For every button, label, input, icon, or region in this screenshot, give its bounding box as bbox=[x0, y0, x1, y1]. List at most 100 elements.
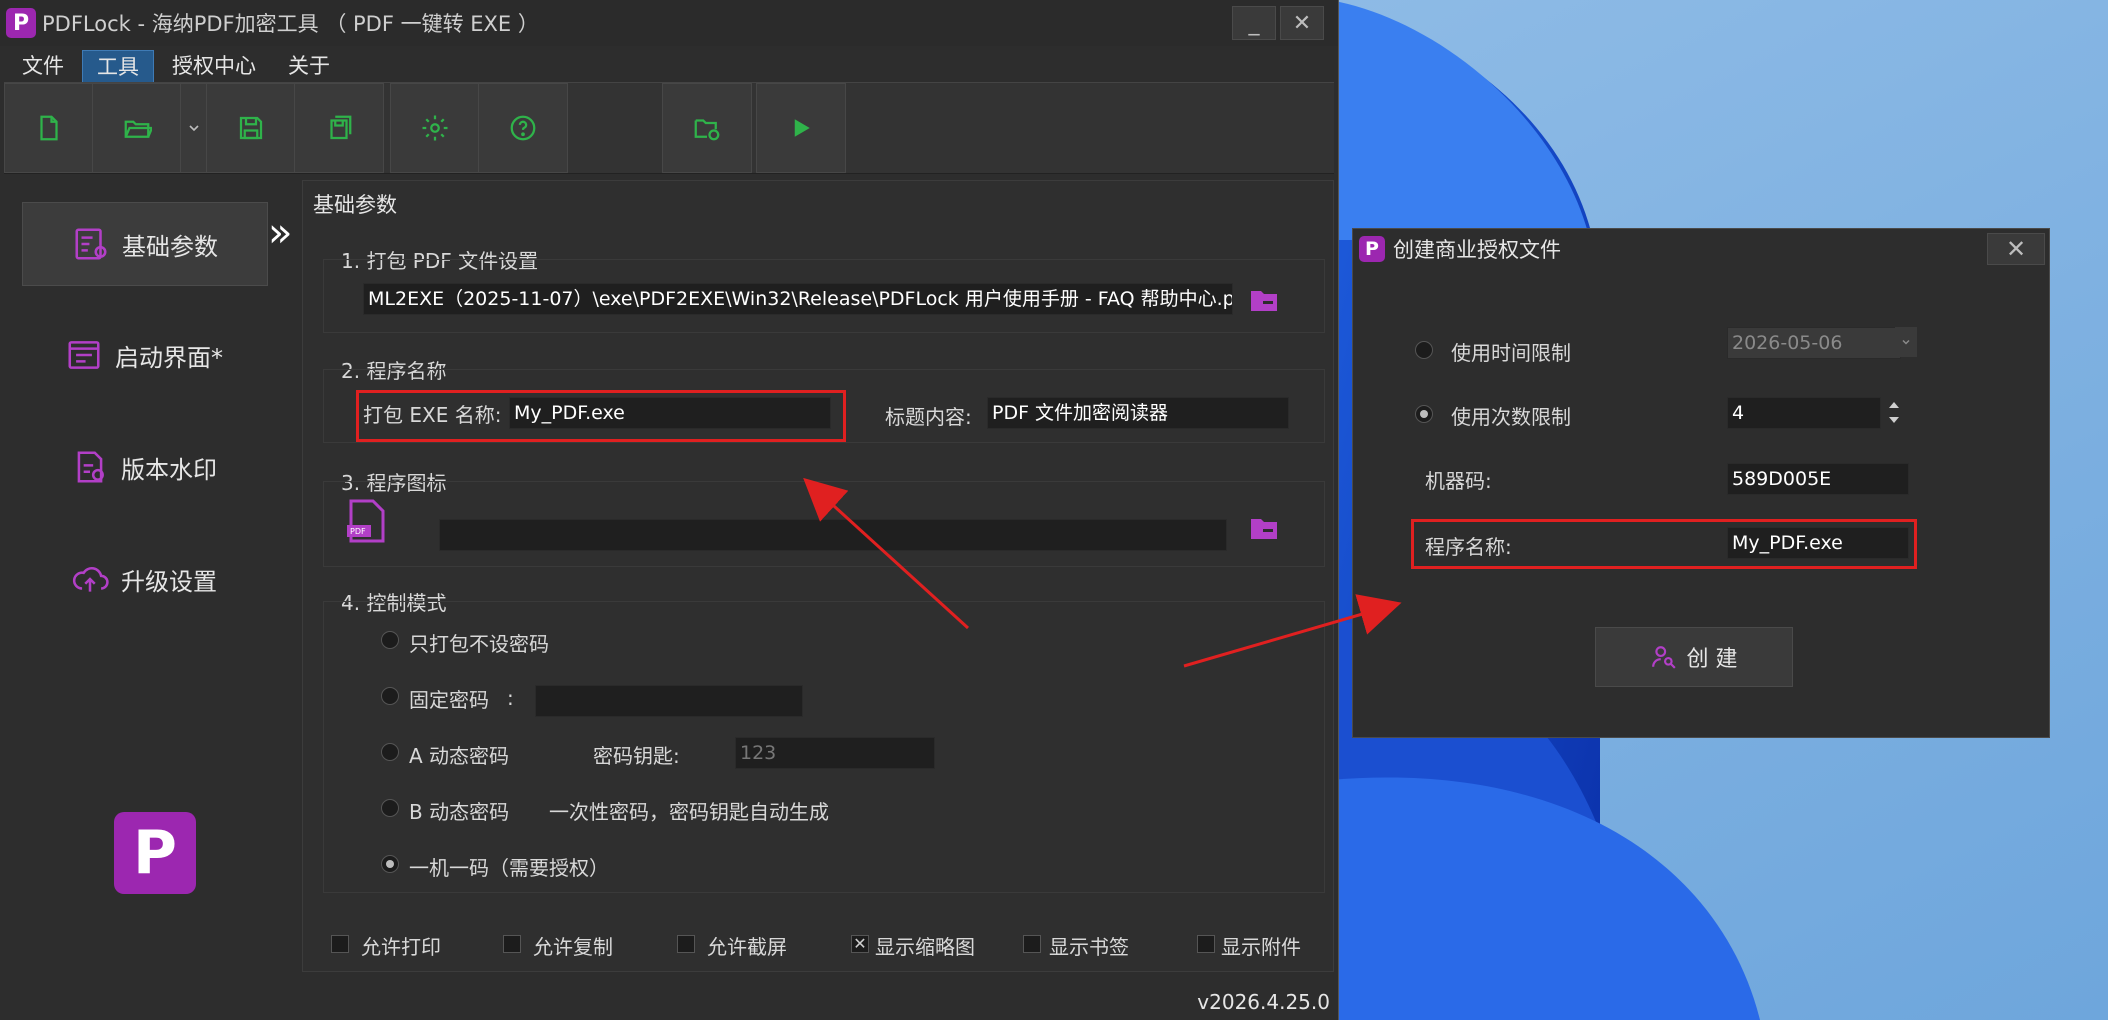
highlight-program-name bbox=[1411, 519, 1917, 569]
count-limit-label: 使用次数限制 bbox=[1451, 405, 1571, 429]
menu-file[interactable]: 文件 bbox=[8, 50, 78, 82]
window-title: PDFLock - 海纳PDF加密工具 （ PDF 一键转 EXE ） bbox=[42, 12, 539, 36]
create-license-dialog: P 创建商业授权文件 ✕ 使用时间限制 2026-05-06 使用次数限制 4 … bbox=[1352, 228, 2050, 738]
run-button[interactable] bbox=[756, 83, 846, 173]
settings-button[interactable] bbox=[390, 83, 480, 173]
menu-license-center[interactable]: 授权中心 bbox=[158, 50, 270, 82]
nav-label: 基础参数 bbox=[122, 232, 218, 261]
toolbar bbox=[4, 82, 1334, 174]
highlight-exe-name bbox=[356, 390, 846, 442]
password-key-input[interactable]: 123 bbox=[735, 737, 935, 769]
menu-tools[interactable]: 工具 bbox=[82, 50, 154, 84]
password-key-label: 密码钥匙: bbox=[593, 744, 680, 768]
option-fixed-password-label: 固定密码 bbox=[409, 688, 489, 712]
dialog-title-bar: P 创建商业授权文件 ✕ bbox=[1353, 229, 2049, 269]
settings-list-icon bbox=[75, 228, 107, 260]
checkbox-allow-copy[interactable] bbox=[503, 935, 521, 953]
main-window: P PDFLock - 海纳PDF加密工具 （ PDF 一键转 EXE ） _ … bbox=[0, 0, 1339, 1020]
version-label: v2026.4.25.0 bbox=[1197, 990, 1330, 1014]
pdf-path-field[interactable]: ML2EXE（2025-11-07）\exe\PDF2EXE\Win32\Rel… bbox=[363, 283, 1233, 315]
allow-screenshot-label: 允许截屏 bbox=[707, 935, 787, 959]
nav-basic-params[interactable]: 基础参数 bbox=[22, 202, 268, 286]
open-folder-icon bbox=[124, 120, 152, 138]
spinner-up-icon[interactable] bbox=[1888, 400, 1900, 410]
menu-about[interactable]: 关于 bbox=[274, 50, 344, 82]
save-icon bbox=[239, 116, 263, 140]
checkbox-allow-print[interactable] bbox=[331, 935, 349, 953]
dynamic-b-note: 一次性密码，密码钥匙自动生成 bbox=[549, 800, 829, 824]
title-content-input[interactable]: PDF 文件加密阅读器 bbox=[987, 397, 1289, 429]
watermark-doc-icon bbox=[77, 451, 104, 483]
time-limit-label: 使用时间限制 bbox=[1451, 341, 1571, 365]
radio-one-machine-one-code[interactable] bbox=[381, 855, 399, 873]
title-content-label: 标题内容: bbox=[885, 405, 972, 429]
checkbox-show-thumbnails[interactable]: ✕ bbox=[851, 935, 869, 953]
checkbox-show-bookmarks[interactable] bbox=[1023, 935, 1041, 953]
cloud-upload-icon bbox=[72, 567, 109, 592]
build-folder-icon bbox=[694, 119, 720, 141]
new-file-button[interactable] bbox=[4, 83, 94, 173]
nav-splash-screen[interactable]: 启动界面* bbox=[22, 314, 266, 396]
basic-params-panel: 基础参数 1. 打包 PDF 文件设置 ML2EXE（2025-11-07）\e… bbox=[302, 180, 1334, 972]
radio-dynamic-a[interactable] bbox=[381, 743, 399, 761]
machine-code-input[interactable]: 589D005E bbox=[1727, 463, 1909, 495]
create-button[interactable]: 创 建 bbox=[1595, 627, 1793, 687]
radio-fixed-password[interactable] bbox=[381, 687, 399, 705]
svg-text:PDF: PDF bbox=[350, 527, 366, 536]
open-dropdown-button[interactable] bbox=[180, 83, 208, 173]
dropdown-arrow-icon bbox=[189, 125, 199, 132]
radio-count-limit[interactable] bbox=[1415, 405, 1433, 423]
count-limit-input[interactable]: 4 bbox=[1727, 397, 1881, 429]
save-as-icon bbox=[330, 115, 352, 140]
chevron-down-icon bbox=[1902, 339, 1910, 345]
help-icon bbox=[510, 115, 536, 141]
run-play-icon bbox=[794, 119, 810, 137]
icon-path-field[interactable] bbox=[439, 519, 1227, 551]
fixed-password-input[interactable] bbox=[535, 685, 803, 717]
browse-icon-folder-icon[interactable] bbox=[1249, 515, 1279, 541]
splash-window-icon bbox=[68, 341, 100, 369]
save-button[interactable] bbox=[206, 83, 296, 173]
dialog-title: 创建商业授权文件 bbox=[1393, 238, 1561, 262]
machine-code-label: 机器码: bbox=[1425, 469, 1492, 493]
build-button[interactable] bbox=[662, 83, 752, 173]
date-dropdown-button[interactable] bbox=[1895, 327, 1917, 357]
open-file-button[interactable] bbox=[92, 83, 182, 173]
allow-print-label: 允许打印 bbox=[361, 935, 441, 959]
new-file-icon bbox=[40, 115, 58, 141]
nav-label: 启动界面* bbox=[115, 343, 223, 372]
dialog-logo: P bbox=[1359, 236, 1385, 262]
nav-label: 升级设置 bbox=[121, 567, 217, 596]
save-as-button[interactable] bbox=[294, 83, 384, 173]
fixed-password-separator: : bbox=[507, 686, 514, 710]
close-button[interactable]: ✕ bbox=[1280, 6, 1324, 40]
time-limit-date-input[interactable]: 2026-05-06 bbox=[1727, 327, 1901, 359]
spinner-down-icon[interactable] bbox=[1888, 415, 1900, 425]
help-button[interactable] bbox=[478, 83, 568, 173]
collapse-nav-icon[interactable]: » bbox=[268, 210, 292, 256]
radio-pack-only[interactable] bbox=[381, 631, 399, 649]
show-attachments-label: 显示附件 bbox=[1221, 935, 1301, 959]
dialog-close-button[interactable]: ✕ bbox=[1987, 233, 2045, 265]
create-button-label: 创 建 bbox=[1686, 647, 1738, 672]
settings-gear-icon bbox=[422, 115, 448, 141]
count-spinner[interactable] bbox=[1883, 397, 1905, 427]
radio-time-limit[interactable] bbox=[1415, 341, 1433, 359]
brand-logo: P bbox=[114, 812, 196, 894]
minimize-button[interactable]: _ bbox=[1232, 6, 1276, 40]
title-bar: P PDFLock - 海纳PDF加密工具 （ PDF 一键转 EXE ） _ … bbox=[0, 0, 1338, 46]
app-logo: P bbox=[6, 8, 36, 38]
show-thumbnails-label: 显示缩略图 bbox=[875, 935, 975, 959]
option-dynamic-a-label: A 动态密码 bbox=[409, 744, 510, 768]
pdf-file-icon: PDF bbox=[347, 499, 385, 543]
allow-copy-label: 允许复制 bbox=[533, 935, 613, 959]
nav-upgrade-settings[interactable]: 升级设置 bbox=[22, 538, 266, 620]
radio-dynamic-b[interactable] bbox=[381, 799, 399, 817]
option-dynamic-b-label: B 动态密码 bbox=[409, 800, 510, 824]
option-pack-only-label: 只打包不设密码 bbox=[409, 632, 549, 656]
browse-pdf-folder-icon[interactable] bbox=[1249, 287, 1279, 313]
checkbox-allow-screenshot[interactable] bbox=[677, 935, 695, 953]
checkbox-show-attachments[interactable] bbox=[1197, 935, 1215, 953]
nav-version-watermark[interactable]: 版本水印 bbox=[22, 426, 266, 508]
menu-bar: 文件 工具 授权中心 关于 bbox=[0, 50, 348, 84]
